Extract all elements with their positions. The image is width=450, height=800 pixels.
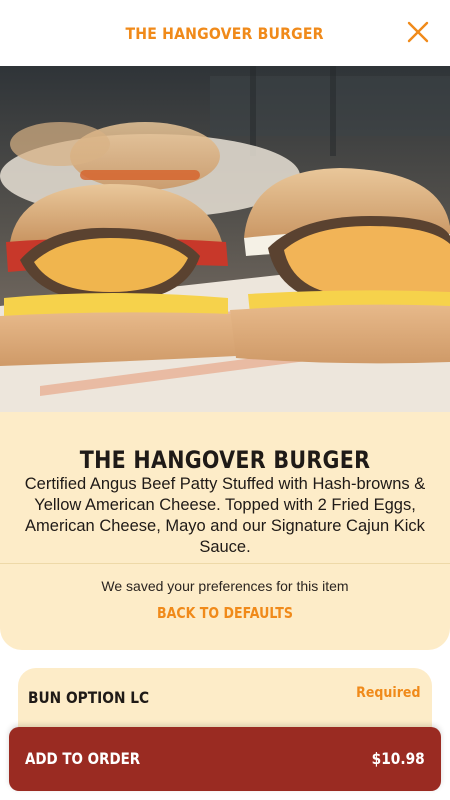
preferences-note: We saved your preferences for this item bbox=[101, 578, 349, 594]
close-icon bbox=[407, 21, 429, 43]
close-button[interactable] bbox=[406, 20, 430, 44]
add-to-order-button[interactable]: ADD TO ORDER $10.98 bbox=[9, 727, 441, 791]
add-to-order-label: ADD TO ORDER bbox=[25, 749, 141, 768]
item-description: Certified Angus Beef Patty Stuffed with … bbox=[24, 475, 426, 556]
page-title: THE HANGOVER BURGER bbox=[125, 23, 325, 43]
divider bbox=[0, 563, 450, 564]
back-to-defaults-button[interactable]: BACK TO DEFAULTS bbox=[141, 604, 309, 628]
option-group-title: BUN OPTION LC bbox=[28, 688, 150, 707]
order-price: $10.98 bbox=[371, 749, 425, 768]
burger-photo bbox=[0, 66, 450, 412]
item-title: THE HANGOVER BURGER bbox=[79, 446, 371, 474]
item-details-panel: THE HANGOVER BURGER Certified Angus Beef… bbox=[0, 412, 450, 650]
burger-photo-illustration bbox=[0, 66, 450, 412]
top-bar: THE HANGOVER BURGER bbox=[0, 0, 450, 66]
required-badge: Required bbox=[355, 685, 420, 701]
